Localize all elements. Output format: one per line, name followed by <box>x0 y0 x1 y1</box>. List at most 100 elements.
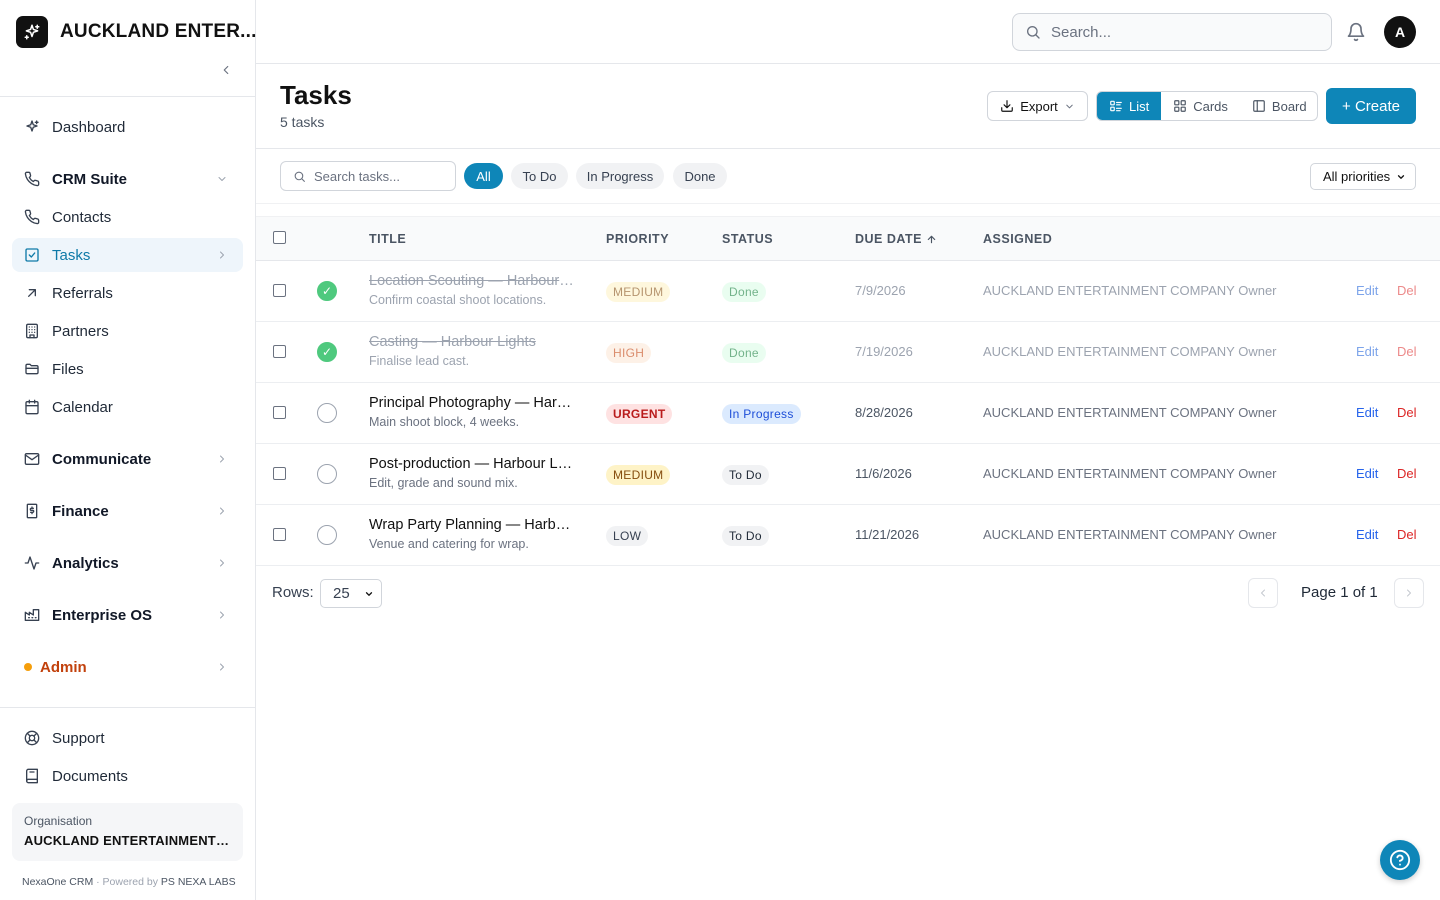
sidebar-group-communicate[interactable]: Communicate <box>12 442 243 476</box>
due-date: 11/21/2026 <box>855 527 920 542</box>
delete-button[interactable]: Del <box>1397 283 1417 298</box>
rows-per-page-select[interactable]: 25 <box>320 579 382 608</box>
global-search[interactable] <box>1012 13 1332 51</box>
footer-app-name: NexaOne CRM <box>22 876 94 888</box>
export-button[interactable]: Export <box>987 91 1088 121</box>
bell-icon[interactable] <box>1346 22 1366 42</box>
delete-button[interactable]: Del <box>1397 344 1417 359</box>
column-header-priority[interactable]: PRIORITY <box>606 232 669 246</box>
task-title[interactable]: Principal Photography — Harbour Lights <box>369 395 575 411</box>
sparkle-icon <box>24 119 40 135</box>
sidebar-item-dashboard[interactable]: Dashboard <box>12 110 243 144</box>
edit-button[interactable]: Edit <box>1356 344 1378 359</box>
priority-badge: URGENT <box>606 404 673 424</box>
view-list-button[interactable]: List <box>1097 92 1162 120</box>
task-title[interactable]: Location Scouting — Harbour Lights <box>369 273 575 289</box>
avatar[interactable]: A <box>1384 16 1416 48</box>
sidebar-group-enterprise-os[interactable]: Enterprise OS <box>12 598 243 632</box>
task-description: Venue and catering for wrap. <box>369 537 529 551</box>
filter-chip-done[interactable]: Done <box>673 163 727 189</box>
edit-button[interactable]: Edit <box>1356 405 1378 420</box>
filter-chip-todo[interactable]: To Do <box>511 163 568 189</box>
filter-chip-all[interactable]: All <box>464 163 503 189</box>
delete-button[interactable]: Del <box>1397 466 1417 481</box>
row-checkbox[interactable] <box>273 406 286 419</box>
status-dot-icon <box>24 663 32 671</box>
global-search-input[interactable] <box>1051 23 1311 41</box>
phone-icon <box>24 209 40 225</box>
sidebar-item-support[interactable]: Support <box>12 721 243 755</box>
delete-button[interactable]: Del <box>1397 405 1417 420</box>
check-circle-icon[interactable]: ✓ <box>317 281 337 301</box>
sidebar-item-files[interactable]: Files <box>12 352 243 386</box>
next-page-button[interactable] <box>1394 578 1424 608</box>
check-circle-icon[interactable]: ✓ <box>317 342 337 362</box>
sidebar-item-partners[interactable]: Partners <box>12 314 243 348</box>
sidebar-item-referrals[interactable]: Referrals <box>12 276 243 310</box>
status-badge: Done <box>722 343 766 363</box>
table-row[interactable]: Principal Photography — Harbour Lights M… <box>256 383 1440 444</box>
task-search-input[interactable] <box>314 168 444 184</box>
divider <box>256 203 1440 204</box>
due-date: 8/28/2026 <box>855 405 913 420</box>
view-toggle: List Cards Board <box>1096 91 1318 121</box>
row-checkbox[interactable] <box>273 528 286 541</box>
status-badge: To Do <box>722 465 769 485</box>
task-title[interactable]: Post-production — Harbour Lights <box>369 456 575 472</box>
arrow-up-right-icon <box>24 285 40 301</box>
sidebar-item-contacts[interactable]: Contacts <box>12 200 243 234</box>
footer-company[interactable]: PS NEXA LABS <box>161 876 236 888</box>
sidebar-group-analytics[interactable]: Analytics <box>12 546 243 580</box>
row-checkbox[interactable] <box>273 467 286 480</box>
priority-select[interactable]: All priorities <box>1310 163 1416 190</box>
table-row[interactable]: ✓ Location Scouting — Harbour Lights Con… <box>256 261 1440 322</box>
column-header-assigned[interactable]: ASSIGNED <box>983 232 1052 246</box>
sidebar-group-admin[interactable]: Admin <box>12 650 243 684</box>
sidebar-item-documents[interactable]: Documents <box>12 759 243 793</box>
row-checkbox[interactable] <box>273 284 286 297</box>
view-cards-button[interactable]: Cards <box>1161 92 1240 120</box>
edit-button[interactable]: Edit <box>1356 466 1378 481</box>
create-button[interactable]: + Create <box>1326 88 1416 124</box>
task-title[interactable]: Wrap Party Planning — Harbour Lights <box>369 517 575 533</box>
edit-button[interactable]: Edit <box>1356 283 1378 298</box>
status-badge: To Do <box>722 526 769 546</box>
assigned-to: AUCKLAND ENTERTAINMENT COMPANY Owner <box>983 466 1277 481</box>
task-search[interactable] <box>280 161 456 191</box>
sidebar-item-label: Dashboard <box>52 118 126 136</box>
circle-icon[interactable] <box>317 464 337 484</box>
circle-icon[interactable] <box>317 525 337 545</box>
collapse-sidebar-button[interactable] <box>216 60 236 80</box>
sidebar-item-calendar[interactable]: Calendar <box>12 390 243 424</box>
sidebar-group-finance[interactable]: Finance <box>12 494 243 528</box>
task-title[interactable]: Casting — Harbour Lights <box>369 334 575 350</box>
edit-button[interactable]: Edit <box>1356 527 1378 542</box>
column-header-due-date[interactable]: DUE DATE <box>855 232 937 246</box>
sidebar-item-tasks[interactable]: Tasks <box>12 238 243 272</box>
table-row[interactable]: Post-production — Harbour Lights Edit, g… <box>256 444 1440 505</box>
circle-icon[interactable] <box>317 403 337 423</box>
organisation-switcher[interactable]: Organisation AUCKLAND ENTERTAINMENT CO..… <box>12 803 243 861</box>
filter-chip-in-progress[interactable]: In Progress <box>576 163 664 189</box>
view-board-button[interactable]: Board <box>1240 92 1317 120</box>
chevron-left-icon <box>1261 589 1265 597</box>
delete-button[interactable]: Del <box>1397 527 1417 542</box>
help-button[interactable] <box>1380 840 1420 880</box>
select-all-checkbox[interactable] <box>273 231 286 244</box>
assigned-to: AUCKLAND ENTERTAINMENT COMPANY Owner <box>983 527 1277 542</box>
brand[interactable]: AUCKLAND ENTER... <box>16 16 257 48</box>
footer-credit: NexaOne CRM · Powered by PS NEXA LABS <box>22 876 236 888</box>
chevron-right-icon <box>215 556 229 570</box>
sidebar-item-label: Documents <box>52 767 128 785</box>
topbar: A <box>256 0 1440 64</box>
column-header-status[interactable]: STATUS <box>722 232 773 246</box>
table-row[interactable]: Wrap Party Planning — Harbour Lights Ven… <box>256 505 1440 566</box>
priority-badge: HIGH <box>606 343 652 363</box>
sidebar-group-crm-suite[interactable]: CRM Suite <box>12 162 243 196</box>
brand-name: AUCKLAND ENTER... <box>60 21 257 42</box>
column-header-title[interactable]: TITLE <box>369 232 406 246</box>
sidebar-item-label: Communicate <box>52 450 152 468</box>
previous-page-button[interactable] <box>1248 578 1278 608</box>
row-checkbox[interactable] <box>273 345 286 358</box>
table-row[interactable]: ✓ Casting — Harbour Lights Finalise lead… <box>256 322 1440 383</box>
